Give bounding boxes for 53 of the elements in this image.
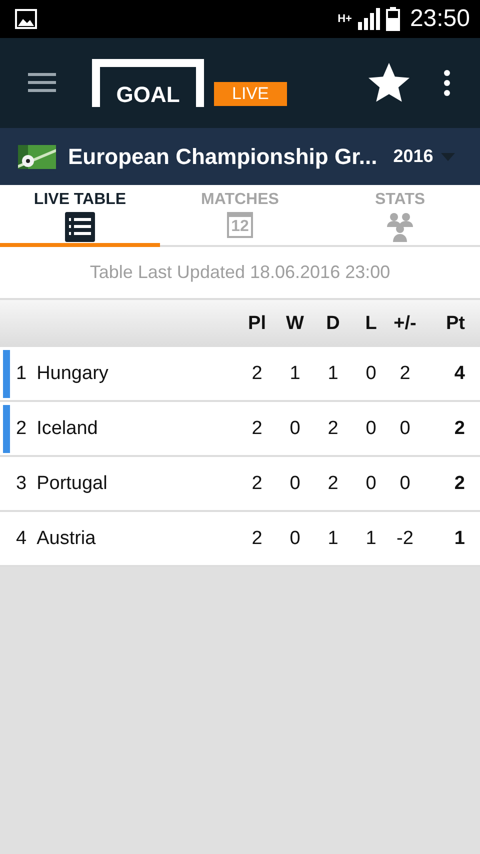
goal-logo: GOAL [92,59,204,107]
column-header: Pl [247,312,267,334]
gallery-icon [14,7,38,31]
table-cell-text: 1 [326,528,340,550]
position: 2 [16,418,27,440]
position: 1 [16,362,27,384]
table-cell-text: 0 [288,528,302,550]
list-icon [65,212,95,242]
table-cell-text: 2 [250,362,264,384]
column-header: Pt [445,312,466,334]
team-name: Hungary [36,362,108,384]
calendar-icon: 12 [227,212,253,238]
table-cell-text: 0 [364,418,378,440]
signal-icon [358,8,380,30]
column-header: +/- [392,312,418,334]
season-selector[interactable]: 2016 [393,146,434,167]
table-cell-text: 0 [288,418,302,440]
clock: 23:50 [410,5,470,33]
last-updated-text: Table Last Updated 18.06.2016 23:00 [90,262,390,283]
table-cell-text: 2 [398,362,412,384]
team-name: Portugal [36,472,108,494]
position: 3 [16,472,27,494]
battery-icon [386,7,400,31]
column-header: D [325,312,341,334]
table-cell-text: 2 [250,472,264,494]
table-cell-text: 2 [453,418,466,440]
live-badge: LIVE [214,82,287,106]
table-cell-text: 0 [288,472,302,494]
column-header: L [364,312,378,334]
team-name: Austria [36,528,96,550]
table-cell-text: 0 [364,472,378,494]
table-cell-text: 0 [398,418,412,440]
table-cell-text: 0 [364,362,378,384]
competition-title[interactable]: European Championship Gr... [68,144,378,170]
column-header: W [285,312,305,334]
table-cell-text: 1 [453,528,466,550]
team-name: Iceland [36,418,98,440]
table-cell-text: 4 [453,362,466,384]
people-icon [385,212,415,242]
table-cell-text: 2 [250,528,264,550]
table-cell-text: 1 [288,362,302,384]
position: 4 [16,528,27,550]
table-cell-text: 2 [453,472,466,494]
table-cell-text: -2 [396,528,414,550]
table-cell-text: 1 [326,362,340,384]
table-cell-text: 0 [398,472,412,494]
table-cell-text: 1 [364,528,378,550]
table-cell-text: 2 [250,418,264,440]
network-type: H+ [338,14,352,24]
more-icon[interactable] [444,70,450,96]
menu-icon[interactable] [28,73,56,93]
table-cell-text: 2 [326,418,340,440]
table-cell-text: 2 [326,472,340,494]
